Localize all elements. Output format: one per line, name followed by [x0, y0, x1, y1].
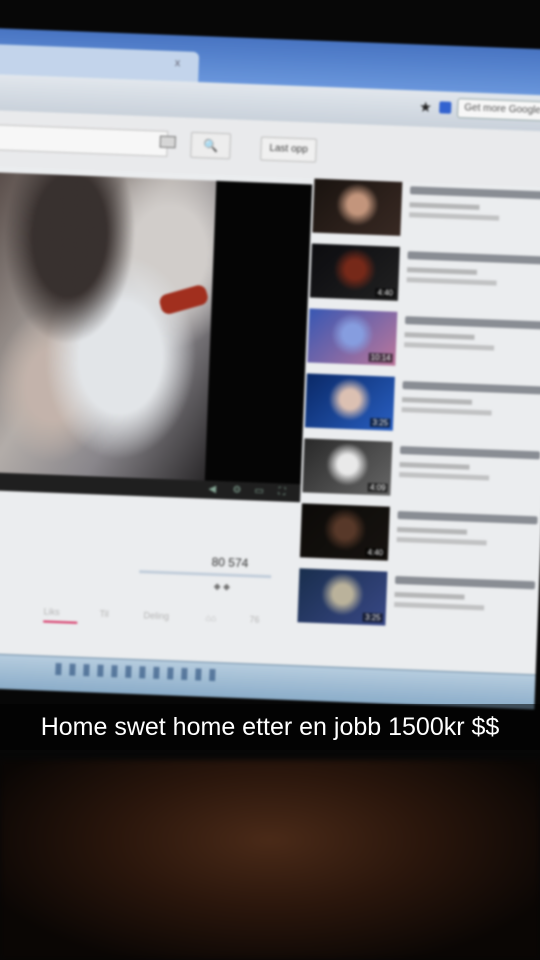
video-title[interactable]: [407, 251, 540, 265]
search-icon: 🔍: [202, 138, 219, 153]
video-thumbnail[interactable]: [312, 178, 403, 236]
video-duration: 4:40: [365, 547, 386, 558]
active-tab-underline: [43, 620, 78, 624]
youtube-page: 🔍 Last opp ◀ ⚙ ▭ ⛶ 80 574 ◆ ◆ Liks Til D…: [0, 109, 540, 710]
video-meta: [399, 462, 470, 470]
video-frame[interactable]: [0, 172, 217, 481]
video-thumbnail[interactable]: 10:14: [307, 308, 398, 366]
video-title[interactable]: [394, 575, 536, 590]
upload-button[interactable]: Last opp: [260, 136, 317, 163]
video-meta: [401, 397, 473, 405]
search-engine-field[interactable]: Get more Google: [456, 98, 540, 122]
video-duration: 4:09: [367, 482, 388, 493]
caption-text: Home swet home etter en jobb 1500kr $$: [40, 713, 500, 741]
video-meta: [399, 472, 490, 481]
video-meta: [396, 536, 487, 546]
video-thumbnail[interactable]: 4:09: [302, 438, 393, 496]
video-meta: [394, 591, 465, 600]
video-title[interactable]: [404, 316, 540, 330]
suggested-video-item[interactable]: [312, 178, 540, 248]
caption-bar: Home swet home etter en jobb 1500kr $$: [0, 704, 540, 750]
video-meta: [406, 267, 478, 275]
search-button[interactable]: 🔍: [190, 131, 232, 160]
suggested-video-item[interactable]: 3:25: [304, 373, 540, 442]
taskbar-icons: [55, 662, 216, 682]
action-share[interactable]: Deling: [143, 610, 169, 621]
video-thumbnail[interactable]: 3:25: [304, 373, 395, 431]
video-thumbnail[interactable]: 4:40: [309, 243, 400, 301]
video-meta: [404, 342, 495, 351]
suggested-video-item[interactable]: 4:09: [302, 438, 540, 507]
video-meta: [409, 202, 480, 210]
view-count: 80 574: [211, 554, 249, 571]
suggested-video-item[interactable]: 4:40: [299, 503, 540, 572]
video-duration: 3:25: [370, 417, 391, 428]
tab-close-icon[interactable]: x: [175, 57, 181, 69]
video-meta: [409, 212, 500, 221]
video-thumbnail[interactable]: 3:25: [297, 568, 388, 626]
suggested-video-item[interactable]: 10:14: [307, 308, 540, 377]
video-meta: [394, 601, 485, 611]
video-meta: [406, 277, 497, 286]
action-tabs: Liks Til Deling ⌂⌂ 76: [43, 606, 293, 630]
bookmark-star-icon[interactable]: ★: [419, 99, 432, 116]
like-icons[interactable]: ◆ ◆: [214, 581, 231, 593]
video-title[interactable]: [402, 381, 540, 395]
video-title[interactable]: [397, 511, 538, 525]
action-stats[interactable]: ⌂⌂: [205, 613, 216, 623]
fullscreen-icon[interactable]: ⛶: [278, 486, 285, 497]
search-engine-icon[interactable]: [439, 101, 452, 114]
action-flag[interactable]: 76: [249, 614, 259, 624]
action-like[interactable]: Liks: [43, 606, 59, 617]
search-input[interactable]: [0, 124, 169, 157]
keyboard-icon[interactable]: [159, 135, 176, 149]
video-duration: 3:25: [362, 612, 383, 623]
video-duration: 4:40: [375, 287, 396, 298]
video-thumbnail[interactable]: 4:40: [299, 503, 390, 561]
video-meta: [396, 526, 468, 535]
video-meta: [404, 332, 475, 340]
video-detail: [157, 283, 210, 316]
desk-background: [0, 760, 540, 960]
volume-icon[interactable]: ◀: [208, 484, 216, 495]
settings-icon[interactable]: ⚙: [232, 485, 241, 496]
size-icon[interactable]: ▭: [254, 485, 264, 496]
video-meta: [401, 407, 492, 416]
video-player[interactable]: ◀ ⚙ ▭ ⛶: [0, 172, 313, 503]
suggested-video-item[interactable]: 4:40: [309, 243, 540, 313]
video-title[interactable]: [409, 186, 540, 200]
video-duration: 10:14: [368, 352, 393, 363]
suggested-video-item[interactable]: 3:25: [297, 568, 539, 637]
action-add[interactable]: Til: [99, 609, 109, 619]
like-ratio-bar: [139, 570, 272, 579]
video-title[interactable]: [399, 446, 540, 460]
monitor-screen: x ★ Get more Google 🔍 Last opp ◀ ⚙ ▭ ⛶ 8…: [0, 28, 540, 710]
